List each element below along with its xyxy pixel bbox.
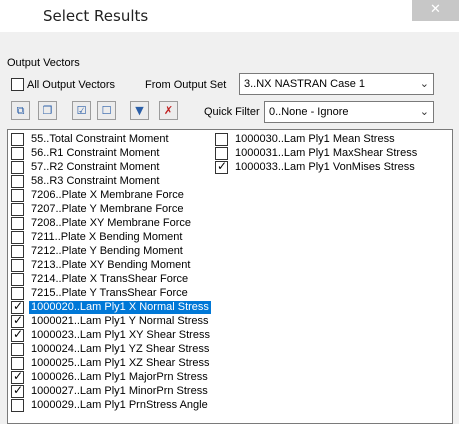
quick-filter-value: 0..None - Ignore [269,106,349,118]
list-item-label: 1000033..Lam Ply1 VonMises Stress [235,161,415,173]
chevron-down-icon: ⌄ [419,105,429,118]
list-item-checkbox[interactable] [11,203,24,216]
list-item-label: 1000024..Lam Ply1 YZ Shear Stress [31,343,210,355]
list-item-label: 1000021..Lam Ply1 Y Normal Stress [31,315,209,327]
title-bar: Select Results ✕ [0,0,459,32]
list-item-checkbox[interactable] [215,133,228,146]
check-selected-icon[interactable]: ☑ [72,101,91,120]
list-item-checkbox[interactable] [11,231,24,244]
all-output-vectors-label: All Output Vectors [27,79,116,91]
clear-filter-icon[interactable]: ✗ [159,101,178,120]
output-vectors-group-label: Output Vectors [7,57,80,69]
list-item-checkbox[interactable] [11,343,24,356]
list-item-checkbox[interactable] [215,159,228,174]
list-item-label: 1000025..Lam Ply1 XZ Shear Stress [31,357,210,369]
deselect-all-icon[interactable]: ❐ [38,101,57,120]
output-set-value: 3..NX NASTRAN Case 1 [244,78,366,90]
list-item-label: 1000020..Lam Ply1 X Normal Stress [28,300,212,315]
list-item-label: 7207..Plate Y Membrane Force [31,203,184,215]
list-item-label: 7208..Plate XY Membrane Force [31,217,191,229]
close-icon: ✕ [430,2,441,17]
filter-icon[interactable]: ▼ [130,101,149,120]
list-item-label: 7211..Plate X Bending Moment [31,231,183,243]
list-item-checkbox[interactable] [11,383,24,398]
output-set-dropdown[interactable]: 3..NX NASTRAN Case 1 ⌄ [239,73,434,95]
list-item-label: 57..R2 Constraint Moment [31,161,160,173]
all-output-vectors-checkbox[interactable] [11,78,24,91]
list-item-label: 1000026..Lam Ply1 MajorPrn Stress [31,371,208,383]
list-item-checkbox[interactable] [11,245,24,258]
list-item-label: 1000027..Lam Ply1 MinorPrn Stress [31,385,208,397]
quick-filter-label: Quick Filter [204,106,260,118]
list-item-label: 1000030..Lam Ply1 Mean Stress [235,133,395,145]
list-item-checkbox[interactable] [11,399,24,412]
list-item-label: 7214..Plate X TransShear Force [31,273,189,285]
select-all-icon[interactable]: ⧉ [11,101,30,120]
quick-filter-dropdown[interactable]: 0..None - Ignore ⌄ [264,101,434,123]
close-button[interactable]: ✕ [412,0,459,21]
list-item-checkbox[interactable] [11,147,24,160]
list-item-checkbox[interactable] [11,327,24,342]
list-item-checkbox[interactable] [11,133,24,146]
from-output-set-label: From Output Set [145,79,227,91]
list-item-label: 7212..Plate Y Bending Moment [31,245,183,257]
list-item-label: 7206..Plate X Membrane Force [31,189,184,201]
list-item-checkbox[interactable] [11,189,24,202]
list-item-checkbox[interactable] [11,175,24,188]
chevron-down-icon: ⌄ [419,77,429,90]
list-item-label: 1000031..Lam Ply1 MaxShear Stress [235,147,418,159]
list-item-checkbox[interactable] [11,161,24,174]
window-title: Select Results [43,7,149,25]
list-item-label: 55..Total Constraint Moment [31,133,169,145]
list-item-label: 1000023..Lam Ply1 XY Shear Stress [31,329,210,341]
output-vector-list[interactable]: 55..Total Constraint Moment 56..R1 Constr… [7,129,453,424]
list-item-label: 58..R3 Constraint Moment [31,175,160,187]
list-item-label: 56..R1 Constraint Moment [31,147,160,159]
list-item-label: 7213..Plate XY Bending Moment [31,259,191,271]
uncheck-selected-icon[interactable]: ☐ [97,101,116,120]
list-item-label: 7215..Plate Y TransShear Force [31,287,188,299]
list-item-label: 1000029..Lam Ply1 PrnStress Angle [31,399,208,411]
list-item-checkbox[interactable] [11,273,24,286]
list-item-checkbox[interactable] [11,259,24,272]
list-item-checkbox[interactable] [11,217,24,230]
